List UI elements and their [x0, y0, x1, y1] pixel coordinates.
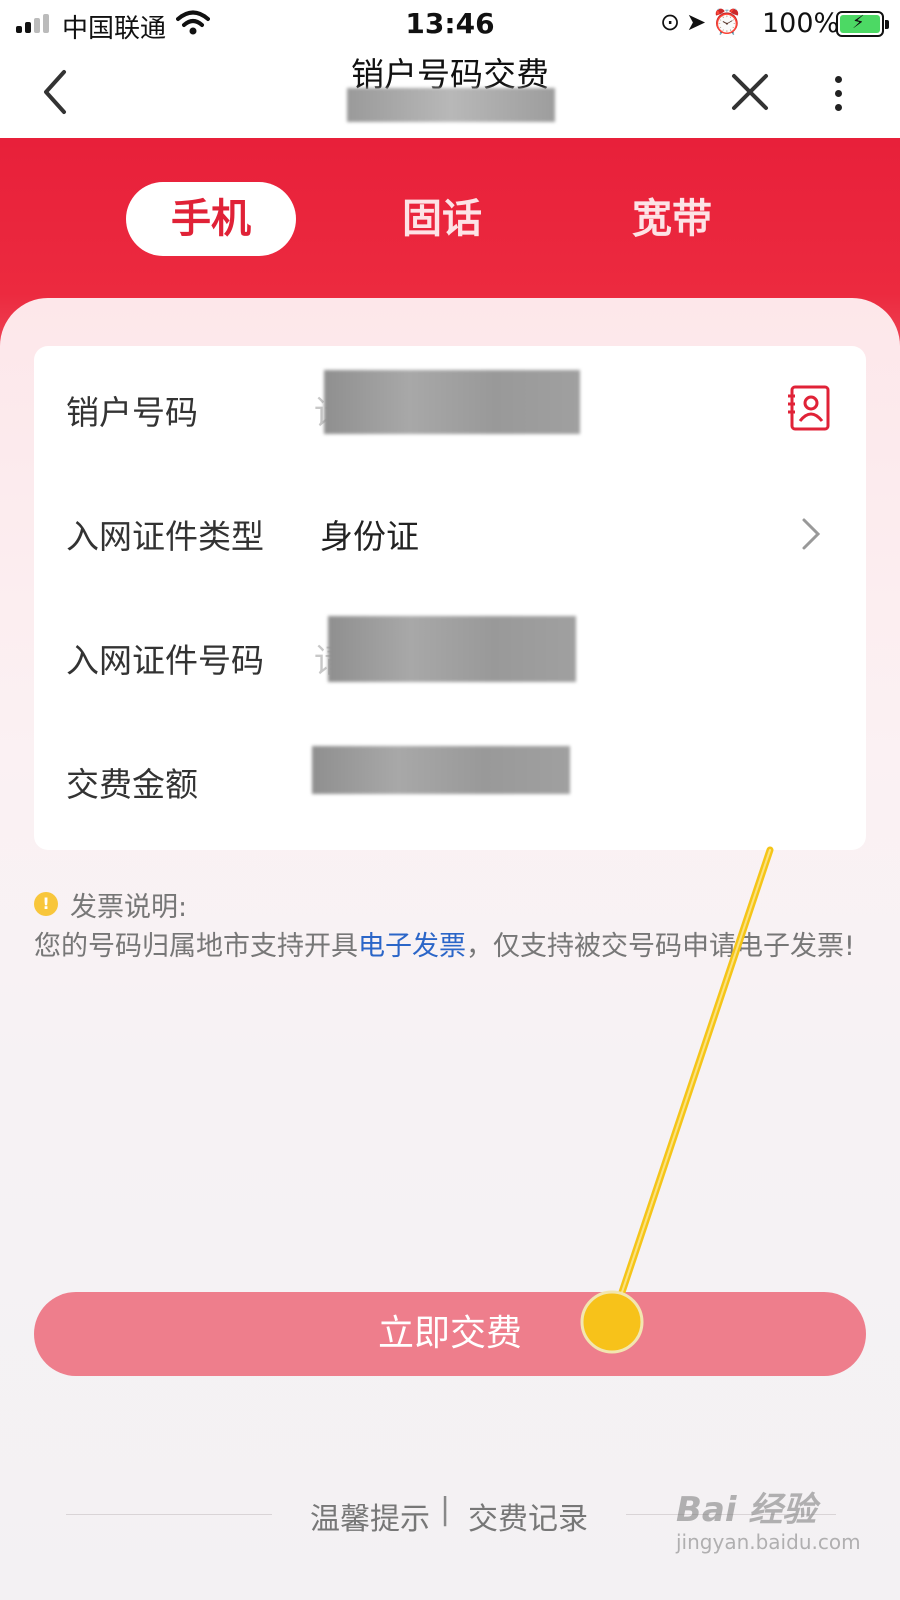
footer-divider-left [66, 1514, 272, 1515]
invoice-note-text-after: ，仅支持被交号码申请电子发票! [466, 931, 855, 962]
account-number-row: 销户号码 请 [34, 346, 866, 466]
battery-percent: 100% [762, 8, 840, 39]
watermark: Bai 经验 jingyan.baidu.com [676, 1482, 876, 1562]
chevron-right-icon[interactable] [800, 516, 822, 552]
footer-separator: | [440, 1492, 451, 1527]
lock-rotation-icon: ⊙ [660, 8, 687, 36]
account-number-label: 销户号码 [66, 393, 198, 432]
amount-label: 交费金额 [66, 765, 198, 804]
payment-records-link[interactable]: 交费记录 [468, 1494, 588, 1538]
location-icon: ➤ [686, 8, 713, 36]
invoice-note-text: 您的号码归属地市支持开具电子发票，仅支持被交号码申请电子发票! [34, 926, 874, 968]
id-type-value[interactable]: 身份证 [320, 510, 419, 558]
amount-input[interactable] [312, 746, 570, 794]
id-number-row: 入网证件号码 请 [34, 594, 866, 714]
nav-bar: 销户号码交费 [0, 48, 900, 138]
tab-mobile[interactable]: 手机 [126, 182, 296, 256]
blurred-subtitle [347, 88, 555, 122]
invoice-note-title: 发票说明: [70, 891, 188, 923]
tab-landline[interactable]: 固话 [360, 182, 524, 256]
id-type-row[interactable]: 入网证件类型 身份证 [34, 470, 866, 590]
alarm-icon: ⏰ [712, 8, 749, 36]
status-icons: ⊙➤⏰ [660, 8, 748, 36]
contacts-icon[interactable] [786, 384, 832, 432]
more-icon[interactable] [826, 72, 850, 116]
account-number-input[interactable] [324, 370, 580, 434]
watermark-logo: Bai 经验 [676, 1490, 817, 1530]
id-number-label: 入网证件号码 [66, 641, 264, 680]
status-bar: 中国联通 13:46 ⊙➤⏰ 100% ⚡ [0, 0, 900, 48]
pay-now-button[interactable]: 立即交费 [34, 1292, 866, 1376]
invoice-note: ! 发票说明: 您的号码归属地市支持开具电子发票，仅支持被交号码申请电子发票! [34, 884, 874, 968]
id-type-label: 入网证件类型 [66, 517, 264, 556]
info-icon: ! [34, 892, 58, 916]
amount-row: 交费金额 [34, 718, 866, 838]
invoice-note-heading: ! 发票说明: [34, 884, 874, 924]
close-icon[interactable] [728, 70, 772, 114]
payment-form: 销户号码 请 入网证件类型 身份证 入网证件号码 请 交费金额 [34, 346, 866, 850]
tab-broadband[interactable]: 宽带 [590, 182, 754, 256]
watermark-url: jingyan.baidu.com [676, 1530, 861, 1554]
warm-tips-link[interactable]: 温馨提示 [310, 1494, 430, 1538]
id-number-input[interactable] [328, 616, 576, 682]
battery-icon: ⚡ [836, 11, 889, 37]
e-invoice-link[interactable]: 电子发票 [358, 931, 466, 962]
invoice-note-text-before: 您的号码归属地市支持开具 [34, 931, 358, 962]
